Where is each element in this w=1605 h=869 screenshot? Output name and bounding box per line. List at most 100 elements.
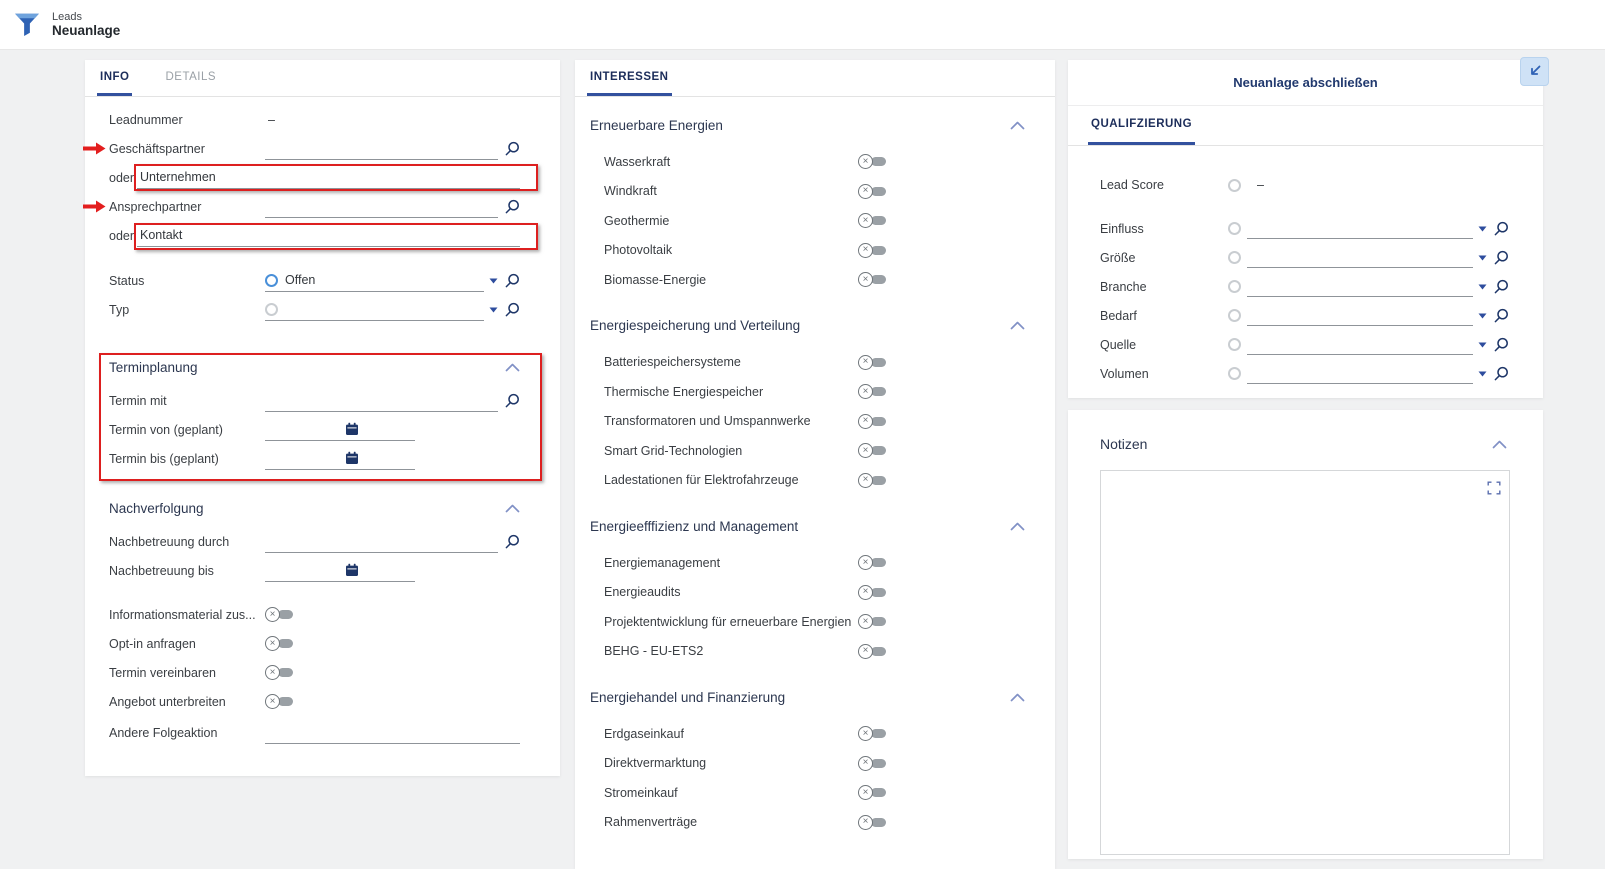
chevron-down-icon[interactable]: [1478, 284, 1487, 290]
chevron-down-icon[interactable]: [1478, 255, 1487, 261]
interest-label: BEHG - EU-ETS2: [604, 644, 858, 658]
dropdown-input[interactable]: [1247, 335, 1473, 355]
radio-circle-icon[interactable]: [1228, 222, 1241, 235]
toggle-off[interactable]: ×: [265, 607, 293, 622]
toggle-off[interactable]: ×: [858, 555, 886, 570]
tab-qualifizierung[interactable]: QUALIFZIERUNG: [1088, 106, 1195, 145]
search-icon[interactable]: [1494, 337, 1509, 352]
toggle-track: [278, 610, 293, 619]
typ-radio-icon[interactable]: [265, 303, 278, 316]
calendar-icon[interactable]: [345, 422, 359, 436]
toggle-off[interactable]: ×: [858, 443, 886, 458]
chevron-down-icon[interactable]: [1478, 371, 1487, 377]
ansprechpartner-input[interactable]: [265, 196, 498, 218]
search-icon[interactable]: [1494, 250, 1509, 265]
interest-section-header[interactable]: Erneuerbare Energien: [590, 113, 1025, 137]
search-icon[interactable]: [1494, 308, 1509, 323]
andere-folgeaktion-input[interactable]: [265, 722, 520, 744]
search-icon[interactable]: [505, 141, 520, 156]
chevron-up-icon[interactable]: [1492, 440, 1507, 449]
dropdown-input[interactable]: [1247, 248, 1473, 268]
chevron-down-icon[interactable]: [489, 307, 498, 313]
neuanlage-abschliessen-button[interactable]: Neuanlage abschließen: [1068, 60, 1543, 106]
toggle-off[interactable]: ×: [858, 473, 886, 488]
chevron-up-icon[interactable]: [1010, 693, 1025, 702]
calendar-icon[interactable]: [345, 563, 359, 577]
search-icon[interactable]: [505, 534, 520, 549]
toggle-off[interactable]: ×: [858, 726, 886, 741]
search-icon[interactable]: [1494, 279, 1509, 294]
nachbetreuung-durch-input[interactable]: [265, 531, 498, 553]
interest-row: Projektentwicklung für erneuerbare Energ…: [590, 607, 1025, 637]
radio-circle-icon[interactable]: [1228, 280, 1241, 293]
radio-circle-icon[interactable]: [1228, 338, 1241, 351]
tab-info[interactable]: INFO: [97, 60, 132, 96]
chevron-down-icon[interactable]: [489, 278, 498, 284]
toggle-x-knob: ×: [858, 414, 873, 429]
toggle-off[interactable]: ×: [858, 414, 886, 429]
search-icon[interactable]: [505, 273, 520, 288]
toggle-off[interactable]: ×: [858, 614, 886, 629]
radio-circle-icon[interactable]: [1228, 367, 1241, 380]
dropdown-input[interactable]: [1247, 306, 1473, 326]
interest-section-header[interactable]: Energiespeicherung und Verteilung: [590, 314, 1025, 338]
chevron-up-icon[interactable]: [1010, 121, 1025, 130]
search-icon[interactable]: [1494, 366, 1509, 381]
chevron-up-icon[interactable]: [1010, 321, 1025, 330]
chevron-up-icon[interactable]: [1010, 522, 1025, 531]
radio-circle-icon[interactable]: [1228, 251, 1241, 264]
chevron-down-icon[interactable]: [1478, 226, 1487, 232]
toggle-off[interactable]: ×: [858, 384, 886, 399]
tab-details[interactable]: DETAILS: [162, 60, 219, 96]
termin-bis-input[interactable]: [265, 448, 415, 470]
toggle-off[interactable]: ×: [858, 785, 886, 800]
terminplanung-section-header[interactable]: Terminplanung: [109, 354, 520, 380]
interessen-sections: Erneuerbare EnergienWasserkraft×Windkraf…: [575, 97, 1055, 837]
notes-textarea[interactable]: [1100, 470, 1510, 855]
kontakt-input[interactable]: Kontakt: [137, 225, 520, 247]
toggle-off[interactable]: ×: [858, 644, 886, 659]
search-icon[interactable]: [505, 199, 520, 214]
toggle-off[interactable]: ×: [265, 694, 293, 709]
unternehmen-input[interactable]: Unternehmen: [137, 167, 520, 189]
toggle-off[interactable]: ×: [858, 184, 886, 199]
notes-header[interactable]: Notizen: [1068, 410, 1543, 452]
toggle-off[interactable]: ×: [858, 815, 886, 830]
toggle-off[interactable]: ×: [858, 154, 886, 169]
status-radio-icon[interactable]: [265, 274, 278, 287]
toggle-off[interactable]: ×: [858, 213, 886, 228]
toggle-off[interactable]: ×: [858, 243, 886, 258]
toggle-off[interactable]: ×: [858, 272, 886, 287]
dropdown-input[interactable]: [1247, 277, 1473, 297]
interest-section-title: Energiespeicherung und Verteilung: [590, 318, 800, 333]
dock-corner-button[interactable]: [1520, 57, 1549, 86]
chevron-up-icon[interactable]: [505, 504, 520, 513]
search-icon[interactable]: [1494, 221, 1509, 236]
toggle-off[interactable]: ×: [265, 665, 293, 680]
chevron-down-icon[interactable]: [1478, 313, 1487, 319]
nachverfolgung-section-header[interactable]: Nachverfolgung: [109, 495, 520, 521]
nachbetreuung-bis-input[interactable]: [265, 560, 415, 582]
calendar-icon[interactable]: [345, 451, 359, 465]
dropdown-input[interactable]: [1247, 219, 1473, 239]
interest-section-header[interactable]: Energiehandel und Finanzierung: [590, 685, 1025, 709]
tab-interessen[interactable]: INTERESSEN: [587, 60, 672, 96]
fullscreen-expand-icon[interactable]: [1487, 481, 1501, 495]
radio-circle-icon[interactable]: [1228, 309, 1241, 322]
chevron-up-icon[interactable]: [505, 363, 520, 372]
chevron-down-icon[interactable]: [1478, 342, 1487, 348]
termin-bis-row: Termin bis (geplant): [109, 444, 520, 473]
toggle-off[interactable]: ×: [858, 756, 886, 771]
search-icon[interactable]: [505, 393, 520, 408]
interest-section-header[interactable]: Energieefffizienz und Management: [590, 514, 1025, 538]
termin-von-input[interactable]: [265, 419, 415, 441]
search-icon[interactable]: [505, 302, 520, 317]
geschaeftspartner-input[interactable]: [265, 138, 498, 160]
toggle-off[interactable]: ×: [858, 585, 886, 600]
termin-mit-input[interactable]: [265, 390, 498, 412]
status-select[interactable]: Offen: [265, 270, 484, 292]
dropdown-input[interactable]: [1247, 364, 1473, 384]
typ-select[interactable]: [265, 299, 484, 321]
toggle-off[interactable]: ×: [265, 636, 293, 651]
toggle-off[interactable]: ×: [858, 355, 886, 370]
